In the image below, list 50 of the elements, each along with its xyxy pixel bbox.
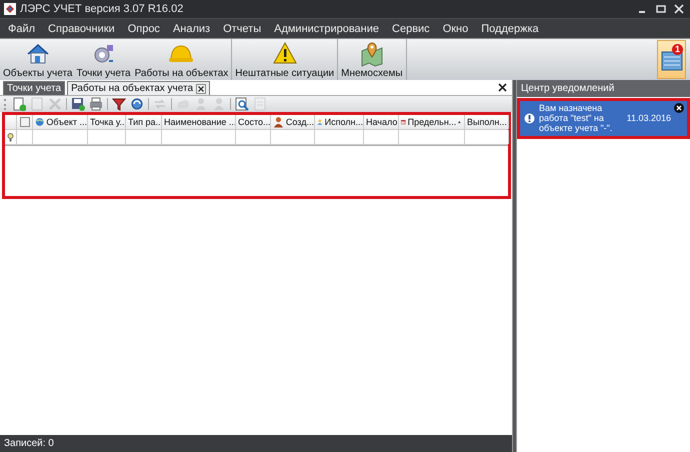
notification-item[interactable]: Вам назначена работа "test" на объекте учета "-". 11.03.2016 [517,98,690,139]
ribbon-button[interactable]: Нештатные ситуации [233,39,336,80]
app-logo-icon [4,3,16,15]
column-header[interactable]: Состо... [236,115,271,129]
ribbon-button[interactable]: Точки учета [74,39,133,80]
tab[interactable]: Работы на объектах учета [67,81,210,95]
notification-text: Вам назначена работа "test" на объекте учета "-". [539,103,614,133]
column-header[interactable]: Точка у... [88,115,126,129]
notification-date: 11.03.2016 [626,113,671,123]
funnel-icon[interactable] [112,97,126,111]
menu-item[interactable]: Администрирование [268,22,386,34]
search-icon[interactable] [235,97,249,111]
column-header[interactable]: Предельн... [399,115,465,129]
add-document-icon[interactable] [12,97,26,111]
ribbon-button[interactable]: Объекты учета [1,39,74,80]
close-icon[interactable] [498,83,507,92]
printer-icon[interactable] [89,97,103,111]
person-icon [273,116,284,128]
close-icon[interactable] [196,84,206,94]
column-header[interactable]: Начало [364,115,399,129]
record-count: Записей: 0 [0,435,512,452]
column-header[interactable]: Исполн... [315,115,364,129]
column-header[interactable]: Объект ... [33,115,88,129]
panel-title: Центр уведомлений [517,80,690,97]
globe-icon [35,116,44,128]
filter-row-icon [7,132,14,142]
menu-item[interactable]: Окно [436,22,476,34]
refresh-icon[interactable] [130,97,144,111]
menu-item[interactable]: Файл [2,22,42,34]
floppy-icon[interactable] [71,97,85,111]
menu-item[interactable]: Опрос [122,22,167,34]
ribbon-button[interactable]: Работы на объектах [132,39,230,80]
checkbox[interactable] [20,117,30,127]
map-pin-icon [358,41,385,67]
menu-item[interactable]: Сервис [386,22,437,34]
maximize-icon[interactable] [656,4,666,14]
column-header[interactable]: Созд... [271,115,315,129]
count-badge: 1 [672,44,683,55]
alert-icon [524,112,535,124]
menu-item[interactable]: Справочники [42,22,122,34]
window-title: ЛЭРС УЧЕТ версия 3.07 R16.02 [20,3,184,15]
menu-item[interactable]: Отчеты [217,22,268,34]
menu-item[interactable]: Анализ [166,22,218,34]
column-header[interactable]: Тип ра... [126,115,162,129]
column-header[interactable]: Выполн... [465,115,509,129]
notifications-button[interactable]: 1 [657,40,686,79]
menu-item[interactable]: Поддержка [475,22,546,34]
close-icon[interactable] [674,103,684,113]
tab[interactable]: Точки учета [3,81,66,95]
ribbon-button[interactable]: Мнемосхемы [339,39,405,80]
